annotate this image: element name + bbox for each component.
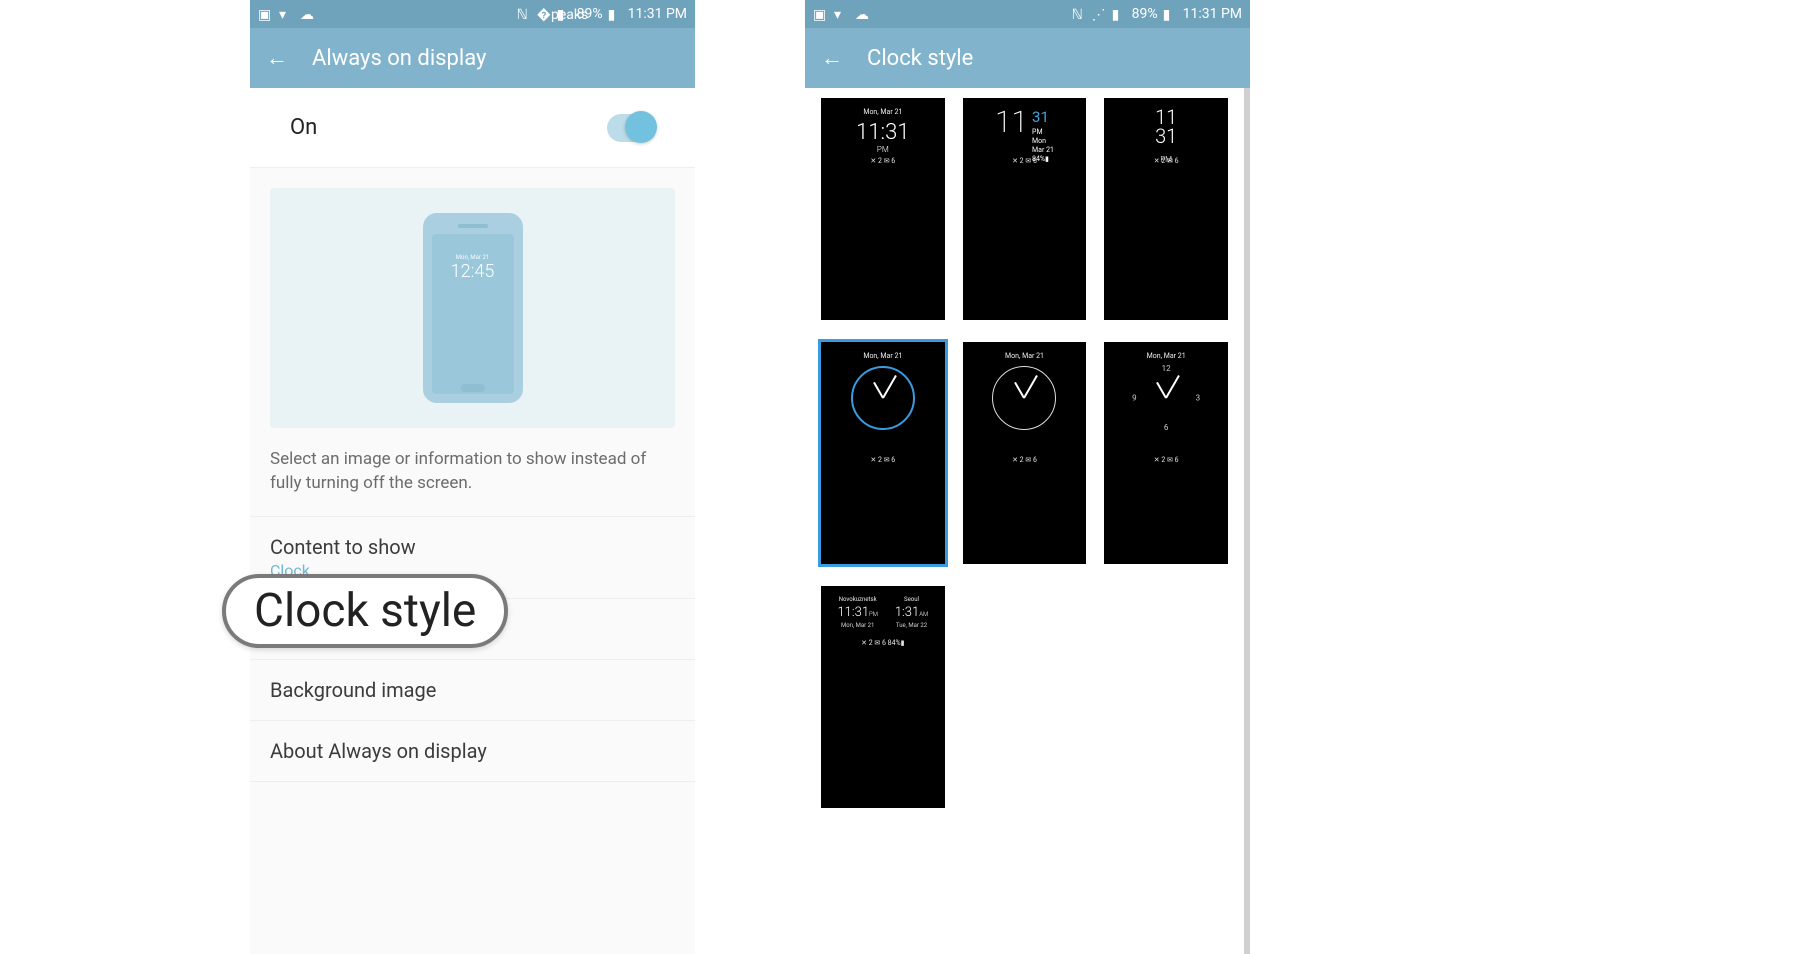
image-icon: ▣	[258, 7, 273, 22]
tile-status: ✕ 2 ✉ 6	[821, 157, 945, 165]
battery-text: 89%	[1132, 6, 1158, 22]
network-icon: ▾	[279, 7, 294, 22]
battery-icon: ▮	[1163, 7, 1178, 22]
preview-time: 12:45	[451, 261, 495, 282]
analog-clock-icon	[992, 366, 1056, 430]
toggle-row[interactable]: On	[250, 88, 695, 168]
battery-text: 89%	[577, 6, 603, 22]
app-bar: ← Always on display	[250, 28, 695, 88]
clock-style-option-3[interactable]: 11 31 PM ✕ 2 ✉ 6	[1104, 98, 1228, 320]
signal-icon: ▮	[1112, 7, 1127, 22]
tile-time: 11:31PM	[829, 120, 937, 154]
wifi-icon: �peaks	[537, 7, 552, 22]
tile-status: ✕ 2 ✉ 6 84%▮	[829, 639, 937, 647]
clock-style-option-5[interactable]: Mon, Mar 21 ✕ 2 ✉ 6	[963, 342, 1087, 564]
preview-card: Mon, Mar 21 12:45	[270, 188, 675, 428]
signal-icon: ▮	[557, 7, 572, 22]
page-title: Clock style	[867, 46, 973, 71]
tile-time: 11 31 PM Mon Mar 21 84%▮	[971, 108, 1079, 164]
back-icon[interactable]: ←	[821, 45, 843, 71]
menu-background-image[interactable]: Background image	[250, 660, 695, 721]
tile-date: Mon, Mar 21	[829, 108, 937, 116]
clock-style-option-1[interactable]: Mon, Mar 21 11:31PM ✕ 2 ✉ 6	[821, 98, 945, 320]
clock-text: 11:31 PM	[1183, 6, 1242, 22]
status-bar: ▣ ▾ ☁ ℕ ⋰ ▮ 89% ▮ 11:31 PM	[805, 0, 1250, 28]
tile-date: Mon, Mar 21	[829, 352, 937, 360]
wifi-icon: ⋰	[1092, 7, 1107, 22]
clock-text: 11:31 PM	[628, 6, 687, 22]
nfc-icon: ℕ	[517, 7, 532, 22]
on-off-switch[interactable]	[607, 114, 655, 142]
analog-clock-icon	[851, 366, 915, 430]
menu-label: Content to show	[270, 535, 416, 559]
dual-clock: Novokuznetsk 11:31PM Mon, Mar 21 Seoul 1…	[829, 596, 937, 629]
nfc-icon: ℕ	[1072, 7, 1087, 22]
phone-screenshot-right: ▣ ▾ ☁ ℕ ⋰ ▮ 89% ▮ 11:31 PM ← Clock style…	[805, 0, 1250, 954]
app-bar: ← Clock style	[805, 28, 1250, 88]
tile-date: Mon, Mar 21	[1112, 352, 1220, 360]
phone-preview-icon: Mon, Mar 21 12:45	[423, 213, 523, 403]
toggle-label: On	[290, 115, 317, 140]
preview-date: Mon, Mar 21	[456, 254, 489, 261]
tile-status: ✕ 2 ✉ 6	[1104, 456, 1228, 464]
cloud-icon: ☁	[855, 7, 870, 22]
page-title: Always on display	[312, 46, 486, 71]
description-text: Select an image or information to show i…	[250, 448, 695, 517]
clock-style-option-7[interactable]: Novokuznetsk 11:31PM Mon, Mar 21 Seoul 1…	[821, 586, 945, 808]
menu-about[interactable]: About Always on display	[250, 721, 695, 782]
tile-status: ✕ 2 ✉ 6	[963, 157, 1087, 165]
clock-style-option-6[interactable]: Mon, Mar 21 123 69 ✕ 2 ✉ 6	[1104, 342, 1228, 564]
network-icon: ▾	[834, 7, 849, 22]
tile-date: Mon, Mar 21	[971, 352, 1079, 360]
battery-icon: ▮	[608, 7, 623, 22]
callout-clock-style: Clock style	[222, 574, 508, 648]
back-icon[interactable]: ←	[266, 45, 288, 71]
analog-clock-icon: 123 69	[1134, 366, 1198, 430]
status-bar: ▣ ▾ ☁ ℕ �peaks ▮ 89% ▮ 11:31 PM	[250, 0, 695, 28]
clock-style-option-2[interactable]: 11 31 PM Mon Mar 21 84%▮ ✕ 2 ✉ 6	[963, 98, 1087, 320]
clock-style-option-4[interactable]: Mon, Mar 21 ✕ 2 ✉ 6	[821, 342, 945, 564]
clock-style-grid: Mon, Mar 21 11:31PM ✕ 2 ✉ 6 11 31 PM Mon…	[805, 88, 1250, 954]
image-icon: ▣	[813, 7, 828, 22]
cloud-icon: ☁	[300, 7, 315, 22]
tile-status: ✕ 2 ✉ 6	[1104, 157, 1228, 165]
phone-screenshot-left: ▣ ▾ ☁ ℕ �peaks ▮ 89% ▮ 11:31 PM ← Always…	[250, 0, 695, 954]
tile-status: ✕ 2 ✉ 6	[963, 456, 1087, 464]
tile-status: ✕ 2 ✉ 6	[821, 456, 945, 464]
